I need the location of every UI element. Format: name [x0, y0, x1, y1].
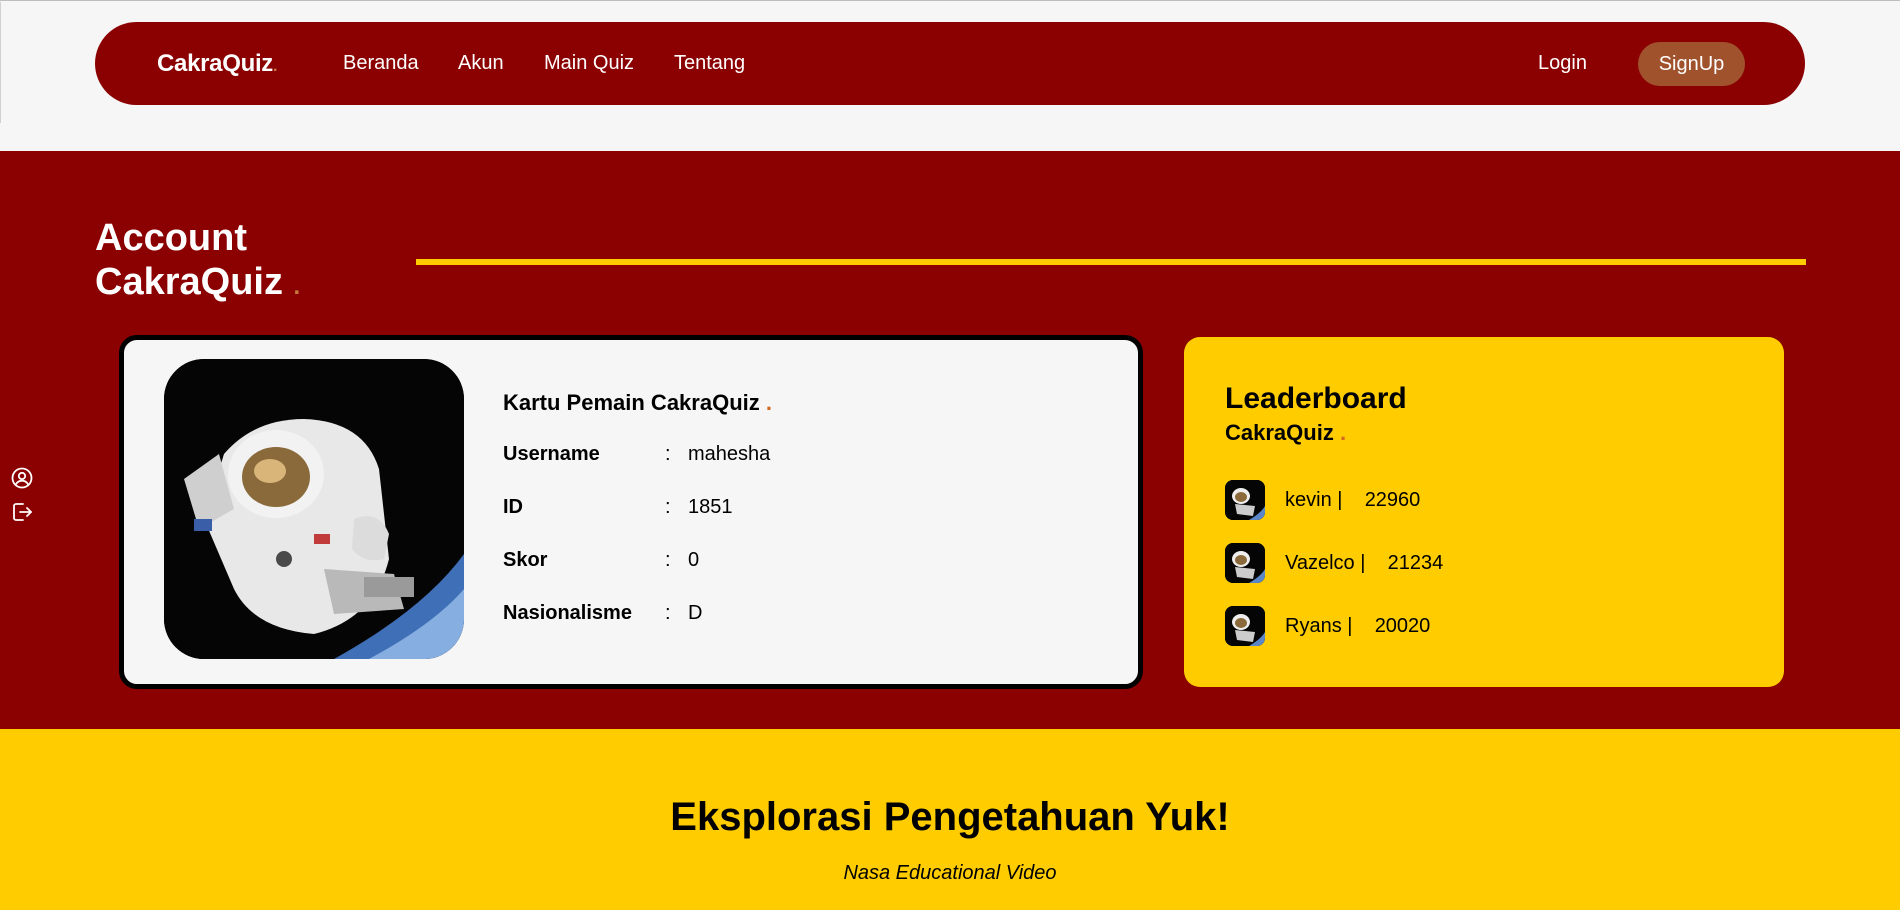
leaderboard-entry: Vazelco | 21234: [1225, 543, 1625, 583]
leaderboard-avatar: [1225, 480, 1265, 520]
leaderboard-score: 20020: [1374, 615, 1431, 637]
player-card-title-text: Kartu Pemain CakraQuiz: [503, 390, 760, 415]
info-separator: :: [665, 496, 671, 518]
info-label: Username: [503, 443, 600, 465]
explore-section: Eksplorasi Pengetahuan Yuk! Nasa Educati…: [0, 729, 1900, 910]
info-label: ID: [503, 496, 523, 518]
leaderboard-name: kevin |: [1285, 489, 1343, 511]
side-icon-bar: [10, 466, 34, 534]
leaderboard-subtitle-dot: .: [1339, 420, 1347, 445]
navbar: CakraQuiz. Beranda Akun Main Quiz Tentan…: [95, 22, 1805, 105]
leaderboard-score: 22960: [1364, 489, 1421, 511]
leaderboard-score: 21234: [1387, 552, 1444, 574]
account-title-line2: CakraQuiz: [95, 261, 283, 303]
player-avatar: [164, 359, 464, 659]
leaderboard-name: Vazelco |: [1285, 552, 1366, 574]
nav-link-akun[interactable]: Akun: [458, 52, 504, 75]
info-value: 1851: [688, 496, 733, 518]
info-value: D: [688, 602, 703, 624]
title-divider: [416, 259, 1806, 265]
info-separator: :: [665, 602, 671, 624]
leaderboard-entry: Ryans | 20020: [1225, 606, 1625, 646]
leaderboard-entry: kevin | 22960: [1225, 480, 1625, 520]
header-area: CakraQuiz. Beranda Akun Main Quiz Tentan…: [0, 0, 1900, 151]
explore-title: Eksplorasi Pengetahuan Yuk!: [670, 795, 1230, 839]
info-label: Nasionalisme: [503, 602, 632, 624]
nav-link-main-quiz[interactable]: Main Quiz: [544, 52, 634, 75]
player-card-title-dot: .: [765, 390, 772, 415]
nav-link-tentang[interactable]: Tentang: [674, 52, 745, 75]
info-separator: :: [665, 443, 671, 465]
player-card: Kartu Pemain CakraQuiz . Username : mahe…: [119, 335, 1143, 689]
player-card-title: Kartu Pemain CakraQuiz .: [503, 390, 772, 416]
account-title: Account CakraQuiz .: [95, 216, 300, 309]
page-edge: [0, 2, 1, 123]
brand-logo[interactable]: CakraQuiz.: [157, 50, 277, 78]
brand-name: CakraQuiz: [157, 50, 274, 77]
explore-subtitle: Nasa Educational Video: [843, 862, 1057, 884]
leaderboard-subtitle-text: CakraQuiz: [1225, 420, 1334, 445]
logout-icon[interactable]: [10, 500, 34, 524]
account-title-line1: Account: [95, 217, 247, 259]
nav-link-beranda[interactable]: Beranda: [343, 52, 419, 75]
info-label: Skor: [503, 549, 548, 571]
login-link[interactable]: Login: [1538, 52, 1587, 75]
user-circle-icon[interactable]: [10, 466, 34, 490]
leaderboard-entry-text: Vazelco | 21234: [1285, 552, 1443, 575]
leaderboard-avatar: [1225, 543, 1265, 583]
info-separator: :: [665, 549, 671, 571]
leaderboard-name: Ryans |: [1285, 615, 1353, 637]
signup-button[interactable]: SignUp: [1638, 42, 1745, 86]
leaderboard-entry-text: Ryans | 20020: [1285, 615, 1430, 638]
brand-dot: .: [273, 58, 278, 75]
leaderboard-title: Leaderboard: [1225, 382, 1407, 415]
leaderboard-subtitle: CakraQuiz .: [1225, 420, 1346, 446]
info-value: mahesha: [688, 443, 771, 465]
account-title-dot: .: [293, 273, 301, 300]
leaderboard-entry-text: kevin | 22960: [1285, 489, 1420, 512]
info-value: 0: [688, 549, 700, 571]
astronaut-image: [164, 359, 464, 659]
leaderboard-card: Leaderboard CakraQuiz . kevin | 22960 Va…: [1184, 337, 1784, 687]
leaderboard-avatar: [1225, 606, 1265, 646]
